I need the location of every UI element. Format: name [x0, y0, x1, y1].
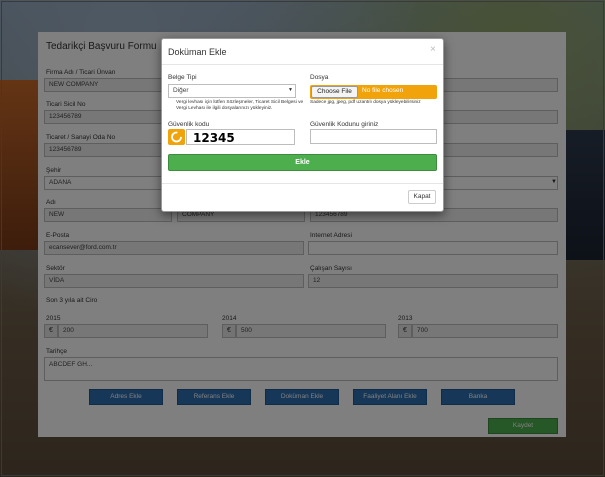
window-frame: [1, 1, 604, 476]
